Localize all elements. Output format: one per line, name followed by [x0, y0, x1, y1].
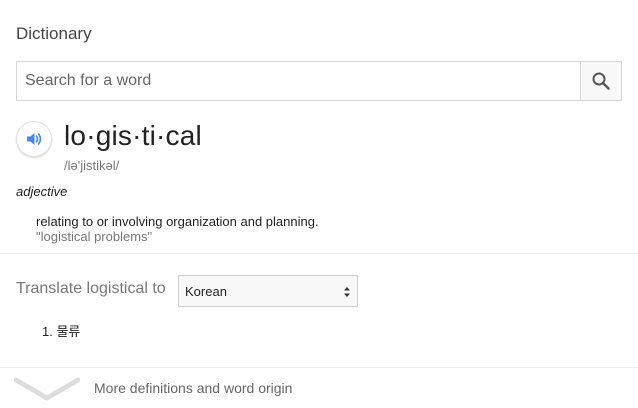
- definition-text: relating to or involving organization an…: [36, 214, 319, 229]
- search-box: [16, 61, 622, 101]
- language-select-value: Korean: [185, 283, 227, 299]
- dictionary-card: Dictionary lo·gis·ti·cal /lə'jistikəl/ a…: [0, 0, 638, 408]
- pronunciation-button[interactable]: [16, 121, 52, 157]
- search-icon: [592, 72, 610, 90]
- more-definitions-link[interactable]: More definitions and word origin: [0, 368, 638, 408]
- translation-item: 1. 물류: [42, 321, 80, 340]
- phonetic-spelling: /lə'jistikəl/: [64, 158, 120, 173]
- updown-arrows-icon: [344, 287, 350, 297]
- translation-text: 물류: [56, 324, 81, 339]
- translate-label: Translate logistical to: [16, 280, 166, 297]
- divider: [0, 253, 638, 254]
- example-text: "logistical problems": [36, 229, 153, 244]
- speaker-icon: [27, 133, 42, 145]
- chevron-down-icon: [14, 377, 80, 401]
- translation-number: 1.: [42, 324, 53, 339]
- search-button[interactable]: [580, 62, 621, 100]
- search-input[interactable]: [17, 62, 580, 100]
- more-definitions-text: More definitions and word origin: [94, 380, 293, 396]
- headword: lo·gis·ti·cal: [64, 120, 202, 151]
- dictionary-title: Dictionary: [16, 24, 92, 43]
- language-select[interactable]: Korean: [178, 275, 358, 307]
- part-of-speech: adjective: [16, 184, 68, 199]
